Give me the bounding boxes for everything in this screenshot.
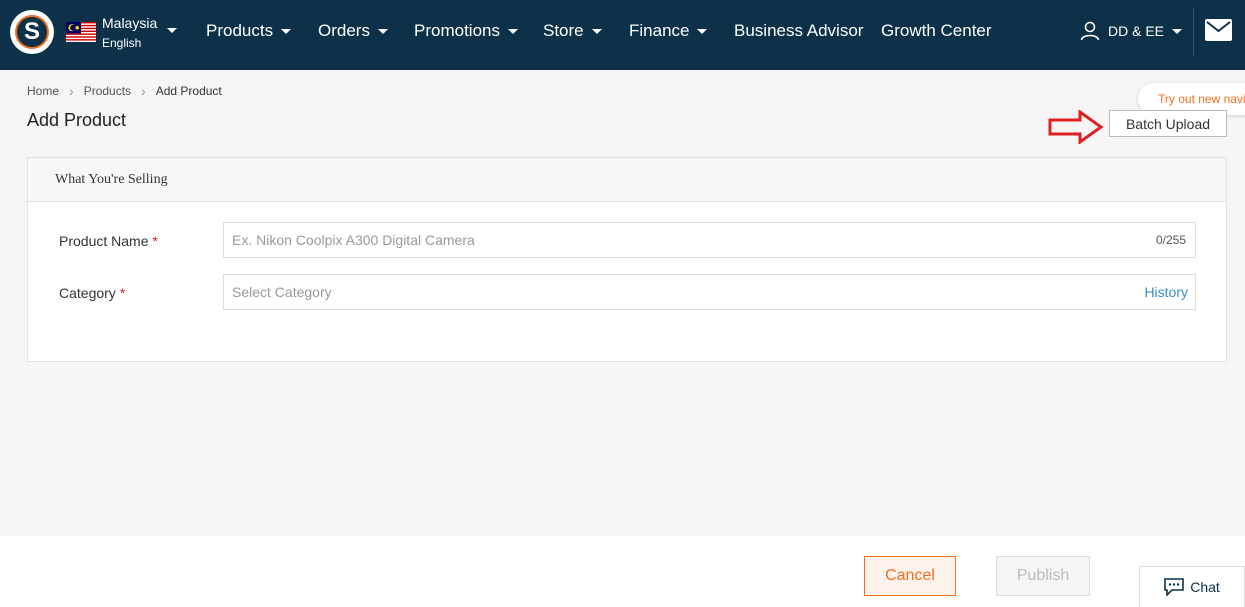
chevron-right-icon: › bbox=[141, 83, 146, 99]
chat-button[interactable]: Chat bbox=[1139, 566, 1245, 607]
caret-down-icon bbox=[697, 28, 708, 34]
breadcrumb: Home › Products › Add Product bbox=[27, 83, 222, 99]
batch-upload-button[interactable]: Batch Upload bbox=[1109, 110, 1227, 137]
cancel-button[interactable]: Cancel bbox=[864, 556, 956, 596]
page-title: Add Product bbox=[27, 110, 127, 130]
footer-action-bar: Cancel Publish Chat bbox=[0, 536, 1245, 607]
publish-button[interactable]: Publish bbox=[996, 556, 1090, 596]
caret-down-icon bbox=[377, 28, 388, 34]
nav-item-store[interactable]: Store bbox=[543, 20, 602, 42]
nav-item-label: Store bbox=[543, 21, 584, 40]
nav-divider bbox=[1193, 8, 1194, 56]
chat-label: Chat bbox=[1190, 579, 1220, 595]
category-label: Category * bbox=[59, 285, 126, 301]
char-counter: 0/255 bbox=[1155, 233, 1186, 247]
nav-item-label: Orders bbox=[318, 21, 370, 40]
nav-item-label: Finance bbox=[629, 21, 690, 40]
user-name: DD & EE bbox=[1108, 23, 1165, 39]
caret-down-icon bbox=[591, 28, 602, 34]
nav-item-growth-center[interactable]: Growth Center bbox=[881, 20, 992, 42]
nav-item-label: Products bbox=[206, 21, 274, 40]
required-mark: * bbox=[119, 285, 126, 301]
product-name-field: 0/255 bbox=[223, 222, 1196, 258]
required-mark: * bbox=[152, 233, 158, 249]
category-input[interactable] bbox=[224, 275, 1104, 309]
user-icon bbox=[1080, 21, 1100, 41]
product-name-input[interactable] bbox=[224, 223, 1104, 257]
product-name-label: Product Name * bbox=[59, 233, 158, 249]
card-title: What You're Selling bbox=[28, 158, 1226, 202]
top-navigation-bar: S Malaysia English Products Orders Promo… bbox=[0, 0, 1245, 70]
arrow-right-icon bbox=[1048, 110, 1104, 144]
breadcrumb-home[interactable]: Home bbox=[27, 84, 59, 98]
malaysia-flag-icon bbox=[66, 22, 96, 42]
user-menu[interactable]: DD & EE bbox=[1080, 20, 1183, 42]
locale-selector[interactable]: Malaysia English bbox=[102, 13, 157, 53]
caret-down-icon bbox=[281, 28, 292, 34]
caret-down-icon[interactable] bbox=[167, 28, 177, 33]
chat-icon bbox=[1164, 578, 1185, 596]
history-link[interactable]: History bbox=[1144, 284, 1188, 300]
locale-language: English bbox=[102, 36, 142, 50]
nav-item-products[interactable]: Products bbox=[206, 20, 292, 42]
mail-icon[interactable] bbox=[1205, 19, 1232, 41]
nav-item-label: Promotions bbox=[414, 21, 500, 40]
brand-logo-icon[interactable]: S bbox=[10, 10, 54, 54]
breadcrumb-products[interactable]: Products bbox=[84, 84, 131, 98]
category-field: History bbox=[223, 274, 1196, 310]
chevron-right-icon: › bbox=[69, 83, 74, 99]
nav-item-business-advisor[interactable]: Business Advisor bbox=[734, 20, 863, 42]
nav-item-label: Business Advisor bbox=[734, 21, 864, 40]
caret-down-icon bbox=[1172, 28, 1183, 34]
locale-country: Malaysia bbox=[102, 15, 158, 31]
caret-down-icon bbox=[507, 28, 518, 34]
nav-item-orders[interactable]: Orders bbox=[318, 20, 388, 42]
nav-item-label: Growth Center bbox=[881, 21, 992, 40]
product-info-card: What You're Selling Product Name* 0/255 … bbox=[27, 157, 1227, 362]
nav-item-finance[interactable]: Finance bbox=[629, 20, 708, 42]
breadcrumb-current: Add Product bbox=[155, 84, 222, 98]
nav-item-promotions[interactable]: Promotions bbox=[414, 20, 518, 42]
